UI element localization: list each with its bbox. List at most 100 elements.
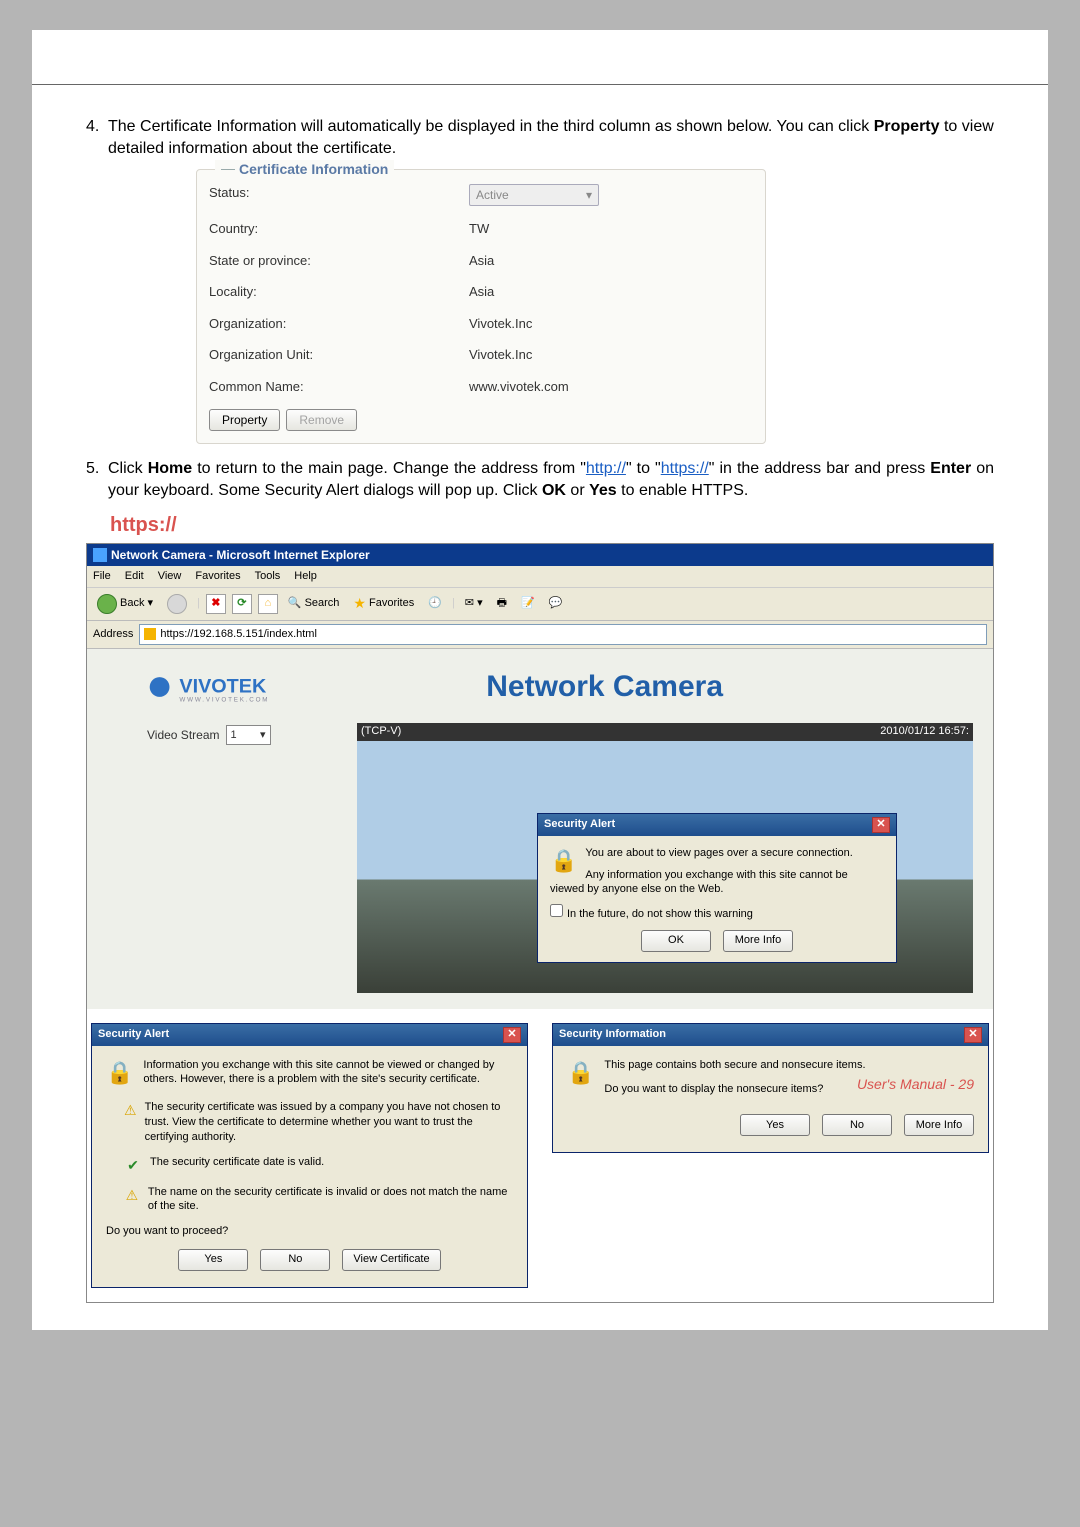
alert2-p1: Information you exchange with this site …	[143, 1058, 513, 1087]
vivotek-logo: VIVOTEK WWW.VIVOTEK.COM	[147, 667, 327, 707]
more-info-button[interactable]: More Info	[904, 1114, 974, 1136]
cert-locality-label: Locality:	[209, 283, 469, 301]
certificate-information-panel: Certificate Information Status: Active ▾…	[196, 169, 766, 444]
favorites-button[interactable]: ★Favorites	[349, 592, 418, 615]
browser-title: Network Camera - Microsoft Internet Expl…	[111, 547, 370, 563]
forward-button[interactable]	[163, 592, 191, 616]
cert-locality-value: Asia	[469, 283, 753, 301]
cert-status-value: Active	[476, 187, 509, 203]
menu-favorites[interactable]: Favorites	[195, 569, 240, 584]
address-bar: Address https://192.168.5.151/index.html	[87, 621, 993, 649]
close-icon[interactable]: ✕	[964, 1027, 982, 1043]
dialog-title: Security Information	[559, 1027, 666, 1042]
lock-warning-icon: 🔒	[106, 1058, 133, 1095]
do-not-show-checkbox[interactable]	[550, 904, 563, 917]
warning-icon: ⚠	[124, 1186, 140, 1205]
address-label: Address	[93, 627, 133, 642]
t: or	[566, 482, 589, 499]
property-button[interactable]: Property	[209, 409, 280, 431]
http-link[interactable]: http://	[586, 460, 626, 477]
home-bold: Home	[148, 460, 192, 477]
cert-cn-label: Common Name:	[209, 378, 469, 396]
ie-icon	[93, 548, 107, 562]
menu-tools[interactable]: Tools	[255, 569, 281, 584]
check-icon: ✔	[124, 1156, 142, 1175]
close-icon[interactable]: ✕	[503, 1027, 521, 1043]
browser-window: Network Camera - Microsoft Internet Expl…	[86, 543, 994, 1303]
ok-bold: OK	[542, 482, 566, 499]
t: " in the address bar and press	[709, 460, 931, 477]
alert1-chk-label: In the future, do not show this warning	[567, 908, 753, 920]
svg-text:VIVOTEK: VIVOTEK	[179, 675, 267, 697]
svg-text:WWW.VIVOTEK.COM: WWW.VIVOTEK.COM	[179, 696, 269, 703]
dialog-title: Security Alert	[544, 817, 615, 832]
cert-country-value: TW	[469, 220, 753, 238]
edit-icon[interactable]: 📝	[517, 594, 539, 613]
camera-title: Network Camera	[486, 667, 723, 708]
security-alert-dialog-2: Security Alert ✕ 🔒 Information you excha…	[91, 1023, 528, 1288]
step-number: 4.	[86, 116, 108, 159]
stop-icon[interactable]: ✖	[206, 594, 226, 614]
refresh-icon[interactable]: ⟳	[232, 594, 252, 614]
menu-view[interactable]: View	[158, 569, 182, 584]
header-rule	[32, 84, 1048, 85]
t: to return to the main page. Change the a…	[192, 460, 586, 477]
search-button[interactable]: 🔍 Search	[284, 594, 344, 613]
remove-button[interactable]: Remove	[286, 409, 357, 431]
cert-legend: Certificate Information	[215, 160, 394, 179]
no-button[interactable]: No	[260, 1249, 330, 1271]
t: " to "	[626, 460, 661, 477]
codec-label: (TCP-V)	[361, 724, 401, 739]
video-area: (TCP-V) 2010/01/12 16:57: Security Alert…	[357, 723, 973, 993]
star-icon: ★	[353, 594, 366, 613]
step-4: 4. The Certificate Information will auto…	[86, 116, 994, 159]
cert-org-label: Organization:	[209, 315, 469, 333]
alert2-p3: The security certificate date is valid.	[150, 1155, 324, 1170]
alert2-q: Do you want to proceed?	[106, 1224, 513, 1238]
menu-help[interactable]: Help	[294, 569, 317, 584]
alert2-p4: The name on the security certificate is …	[148, 1185, 513, 1215]
video-stream-select[interactable]: 1▾	[226, 725, 271, 745]
yes-button[interactable]: Yes	[740, 1114, 810, 1136]
home-icon[interactable]: ⌂	[258, 594, 278, 614]
brand: VIVOTEK	[946, 58, 1024, 78]
ok-button[interactable]: OK	[641, 930, 711, 952]
dialog-title: Security Alert	[98, 1027, 169, 1042]
history-icon[interactable]: 🕘	[424, 594, 446, 613]
browser-titlebar: Network Camera - Microsoft Internet Expl…	[87, 544, 993, 566]
camera-page: VIVOTEK WWW.VIVOTEK.COM Network Camera V…	[87, 649, 993, 1009]
browser-menubar: File Edit View Favorites Tools Help	[87, 566, 993, 588]
no-button[interactable]: No	[822, 1114, 892, 1136]
lock-warning-icon: 🔒	[567, 1058, 594, 1105]
page-footer: User's Manual - 29	[857, 1076, 974, 1092]
t: to enable HTTPS.	[617, 482, 749, 499]
cert-cn-value: www.vivotek.com	[469, 378, 753, 396]
mail-icon[interactable]: ✉ ▾	[461, 594, 487, 613]
menu-file[interactable]: File	[93, 569, 111, 584]
discuss-icon[interactable]: 💬	[545, 594, 567, 613]
alert1-p2: Any information you exchange with this s…	[550, 868, 884, 897]
cert-status-select[interactable]: Active ▾	[469, 184, 599, 206]
https-link[interactable]: https://	[661, 460, 709, 477]
step-number: 5.	[86, 458, 108, 501]
https-heading: https://	[110, 512, 994, 539]
close-icon[interactable]: ✕	[872, 817, 890, 833]
video-stream-label: Video Stream	[147, 727, 220, 743]
yes-button[interactable]: Yes	[178, 1249, 248, 1271]
chevron-down-icon: ▾	[586, 187, 592, 203]
url-text: https://192.168.5.151/index.html	[160, 627, 317, 642]
back-button[interactable]: Back ▾	[93, 592, 157, 616]
more-info-button[interactable]: More Info	[723, 930, 793, 952]
menu-edit[interactable]: Edit	[125, 569, 144, 584]
timestamp: 2010/01/12 16:57:	[880, 724, 969, 739]
back-icon	[97, 594, 117, 614]
cert-status-label: Status:	[209, 184, 469, 206]
print-icon[interactable]: 🖶	[493, 594, 511, 613]
step4-property: Property	[874, 118, 940, 135]
view-certificate-button[interactable]: View Certificate	[342, 1249, 440, 1271]
alert1-p1: You are about to view pages over a secur…	[550, 846, 884, 860]
address-input[interactable]: https://192.168.5.151/index.html	[139, 624, 987, 645]
enter-bold: Enter	[930, 460, 971, 477]
forward-icon	[167, 594, 187, 614]
warning-icon: ⚠	[124, 1101, 137, 1120]
